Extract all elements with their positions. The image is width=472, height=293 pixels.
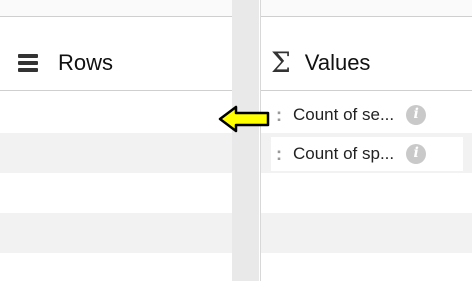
- value-field-label: Count of se...: [293, 105, 395, 124]
- yellow-arrow-left-icon: [218, 105, 270, 133]
- value-field-item[interactable]: : Count of se...: [271, 98, 463, 132]
- rows-drop-zone-row[interactable]: [0, 93, 232, 133]
- panel-top-strip: [261, 0, 472, 17]
- values-title: Values: [304, 50, 371, 75]
- rows-drop-zone-row[interactable]: [0, 213, 232, 253]
- values-drop-zone-row: [261, 253, 472, 293]
- values-header: Σ Values: [261, 36, 472, 91]
- info-icon[interactable]: [406, 105, 427, 125]
- rows-panel: Rows: [0, 0, 233, 281]
- sigma-icon: Σ: [271, 46, 291, 79]
- values-drop-zone-row: [261, 173, 472, 213]
- rows-header: Rows: [0, 36, 232, 91]
- rows-icon: [18, 54, 38, 72]
- rows-drop-zone-row[interactable]: [0, 173, 232, 213]
- panel-top-strip: [0, 0, 232, 17]
- value-field-label: Count of sp...: [293, 144, 395, 163]
- value-field-item[interactable]: : Count of sp...: [271, 137, 463, 171]
- values-panel: Σ Values : Count of se... : Count of sp.…: [260, 0, 472, 281]
- drag-handle-icon[interactable]: :: [271, 144, 287, 165]
- info-icon[interactable]: [406, 144, 427, 164]
- rows-drop-zone-row[interactable]: [0, 133, 232, 173]
- values-drop-zone-row: [261, 213, 472, 253]
- rows-title: Rows: [58, 50, 114, 75]
- drag-handle-icon[interactable]: :: [271, 105, 287, 126]
- rows-drop-zone-row[interactable]: [0, 253, 232, 293]
- panel-divider[interactable]: [232, 0, 259, 281]
